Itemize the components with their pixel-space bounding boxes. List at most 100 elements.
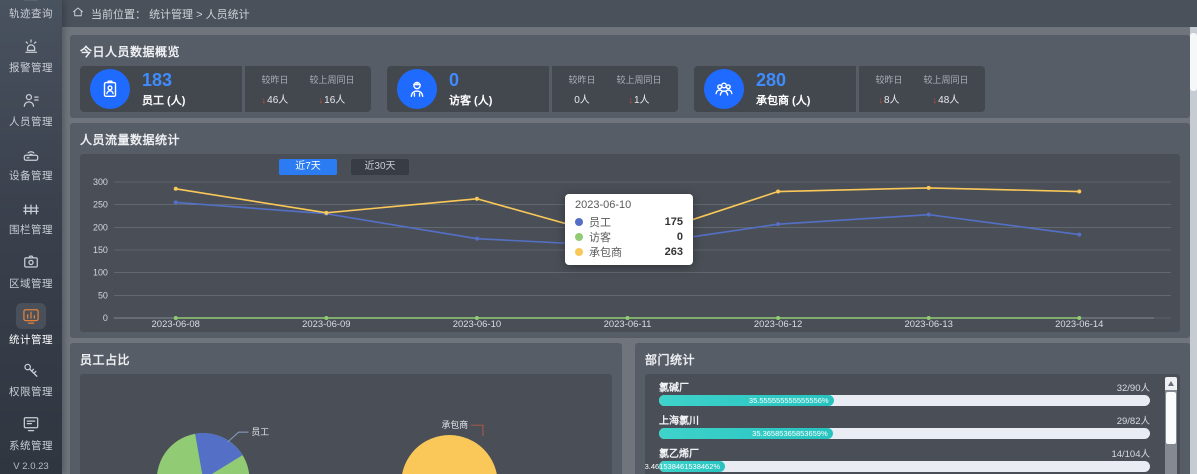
scroll-up-icon[interactable] <box>1165 377 1177 390</box>
sidebar-item-label: 设备管理 <box>9 168 53 183</box>
scrollbar-thumb[interactable] <box>1166 392 1176 444</box>
app-version: V 2.0.23 <box>0 461 62 472</box>
tooltip-series-name: 承包商 <box>589 244 651 260</box>
fence-icon <box>20 197 42 219</box>
department-row-head: 氯乙烯厂14/104人 <box>659 445 1150 458</box>
visitor-icon <box>397 69 437 109</box>
svg-text:2023-06-10: 2023-06-10 <box>453 319 501 328</box>
flow-title: 人员流量数据统计 <box>80 131 1180 148</box>
department-row-head: 上海氯川 29/82人 <box>659 412 1150 425</box>
page-scrollbar[interactable] <box>1190 27 1197 474</box>
sidebar-item-label: 轨迹查询 <box>9 6 53 21</box>
department-name: 上海氯川 <box>659 412 699 427</box>
compare-value: ↓48人 <box>923 91 968 106</box>
compare-value: ↓46人 <box>261 91 288 106</box>
flow-panel: 人员流量数据统计 近7天近30天 0501001502002503002023-… <box>70 123 1190 338</box>
compare-label: 较昨日 <box>875 73 902 86</box>
tooltip-row: 承包商 263 <box>575 244 683 259</box>
stat-card: 0访客 (人)较昨日0人较上周同日↓1人 <box>387 66 678 112</box>
svg-text:2023-06-14: 2023-06-14 <box>1055 319 1103 328</box>
compare-value: ↓16人 <box>309 91 354 106</box>
employee-ratio-title: 员工占比 <box>80 351 612 368</box>
department-row: 上海氯川 29/82人 35.36585365853659% <box>659 412 1150 439</box>
sidebar-nav: 轨迹查询报警管理人员管理设备管理围栏管理区域管理统计管理权限管理系统管理 <box>0 0 62 460</box>
main-area: 当前位置： 统计管理 > 人员统计 今日人员数据概览 183员工 (人)较昨日↓… <box>62 0 1197 474</box>
svg-text:0: 0 <box>103 313 108 323</box>
personnel-icon <box>20 89 42 111</box>
overview-title: 今日人员数据概览 <box>80 43 1180 60</box>
svg-text:150: 150 <box>93 245 108 255</box>
sidebar-item-label: 系统管理 <box>9 438 53 453</box>
employee-ratio-pie-chart[interactable]: 员工承包商 <box>80 374 612 474</box>
compare-column: 较昨日 0人 <box>568 73 595 106</box>
department-name: 氯乙烯厂 <box>659 445 699 460</box>
compare-value: ↓1人 <box>616 91 661 106</box>
tooltip-series-name: 员工 <box>589 214 651 230</box>
page-scrollbar-thumb[interactable] <box>1190 33 1197 91</box>
flow-chart-card: 近7天近30天 0501001502002503002023-06-082023… <box>80 154 1180 332</box>
stat-label: 访客 (人) <box>449 92 492 108</box>
department-count: 29/82人 <box>1117 413 1150 427</box>
stat-cards-row: 183员工 (人)较昨日↓46人较上周同日↓16人 0访客 (人) 较昨日 0人 较上周… <box>80 66 1180 112</box>
stat-value: 280 <box>756 70 810 90</box>
badge-icon <box>90 69 130 109</box>
sidebar-item-区域管理[interactable]: 区域管理 <box>0 244 62 298</box>
down-arrow-icon: ↓ <box>878 95 883 105</box>
tab-近30天[interactable]: 近30天 <box>351 159 409 175</box>
sidebar-item-label: 人员管理 <box>9 114 53 129</box>
department-percent: 35.555555555555556% <box>749 395 829 406</box>
sidebar-item-轨迹查询[interactable]: 轨迹查询 <box>0 0 62 28</box>
employee-ratio-card: 员工承包商 <box>80 374 612 474</box>
department-bar-fill: 35.36585365853659% <box>659 428 833 439</box>
department-percent: 35.36585365853659% <box>752 428 828 439</box>
department-row: 氯乙烯厂14/104人 13.461538461538462% <box>659 445 1150 472</box>
department-bar-fill: 35.555555555555556% <box>659 395 834 406</box>
content: 今日人员数据概览 183员工 (人)较昨日↓46人较上周同日↓16人0访客 (人… <box>62 27 1197 474</box>
compare-label: 较昨日 <box>568 73 595 86</box>
group-icon <box>704 69 744 109</box>
stat-card-main: 0访客 (人) <box>387 66 549 112</box>
svg-text:100: 100 <box>93 268 108 278</box>
compare-value: 0人 <box>568 91 595 106</box>
stat-card: 183员工 (人)较昨日↓46人较上周同日↓16人 <box>80 66 371 112</box>
trajectory-icon <box>20 0 42 3</box>
app-root: 轨迹查询报警管理人员管理设备管理围栏管理区域管理统计管理权限管理系统管理 V 2… <box>0 0 1197 474</box>
department-bar-track: 13.461538461538462% <box>659 461 1150 472</box>
svg-text:2023-06-09: 2023-06-09 <box>302 319 350 328</box>
department-scrollbar[interactable] <box>1165 377 1177 474</box>
home-icon[interactable] <box>72 6 84 21</box>
series-dot-icon <box>575 248 583 256</box>
breadcrumb: 当前位置： 统计管理 > 人员统计 <box>91 6 250 22</box>
employee-ratio-panel: 员工占比 员工承包商 <box>70 343 622 474</box>
stat-card-compare: 较昨日0人较上周同日↓1人 <box>552 66 678 112</box>
tooltip-series-value: 263 <box>665 246 683 258</box>
department-row-head: 氯碱厂32/90人 <box>659 379 1150 392</box>
tab-近7天[interactable]: 近7天 <box>279 159 337 175</box>
stat-label: 员工 (人) <box>142 92 185 108</box>
tooltip-series-value: 0 <box>677 231 683 243</box>
sidebar-item-label: 权限管理 <box>9 384 53 399</box>
alarm-icon <box>20 35 42 57</box>
sidebar-item-人员管理[interactable]: 人员管理 <box>0 82 62 136</box>
department-card: 氯碱厂32/90人 35.555555555555556% 上海氯川 29/82人 35… <box>645 374 1180 474</box>
sidebar-item-label: 统计管理 <box>9 332 53 347</box>
tooltip-row: 员工175 <box>575 214 683 229</box>
bottom-row: 员工占比 员工承包商 部门统计 氯碱厂32/90人 35.555555555555… <box>70 343 1190 474</box>
sidebar-item-围栏管理[interactable]: 围栏管理 <box>0 190 62 244</box>
sidebar-item-系统管理[interactable]: 系统管理 <box>0 406 62 460</box>
sidebar-item-权限管理[interactable]: 权限管理 <box>0 352 62 406</box>
sidebar-item-报警管理[interactable]: 报警管理 <box>0 28 62 82</box>
compare-value: ↓8人 <box>875 91 902 106</box>
department-title: 部门统计 <box>645 351 1180 368</box>
sidebar-item-label: 报警管理 <box>9 60 53 75</box>
sidebar-item-统计管理[interactable]: 统计管理 <box>0 298 62 352</box>
sidebar-item-label: 围栏管理 <box>9 222 53 237</box>
system-icon <box>20 413 42 435</box>
pie-label: 员工 <box>251 427 269 437</box>
sidebar-item-设备管理[interactable]: 设备管理 <box>0 136 62 190</box>
down-arrow-icon: ↓ <box>628 95 633 105</box>
stat-texts: 280承包商 (人) <box>756 70 810 108</box>
stat-card-compare: 较昨日 ↓8人 较上周同日 ↓48人 <box>859 66 985 112</box>
stat-texts: 183员工 (人) <box>142 70 185 108</box>
compare-label: 较上周同日 <box>923 73 968 86</box>
